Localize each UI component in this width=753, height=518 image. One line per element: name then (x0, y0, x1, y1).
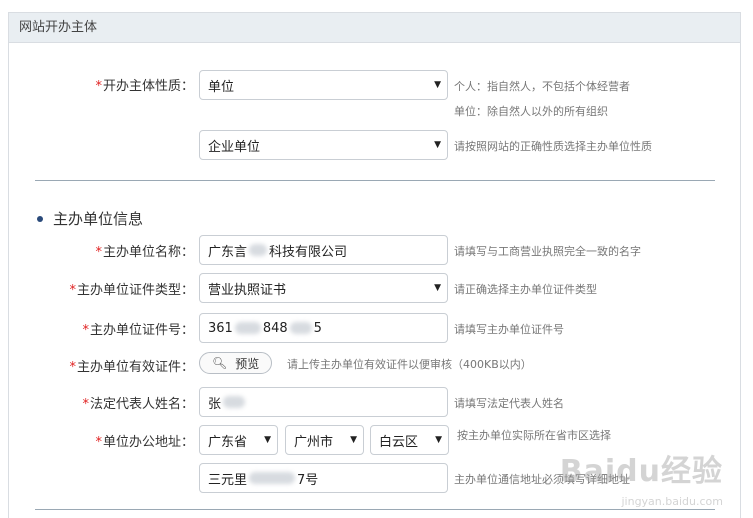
nature-label: *开办主体性质： (95, 79, 194, 94)
dropdown-triangle-icon: ▼ (434, 283, 441, 293)
cert-no-value-prefix: 361 (208, 320, 233, 336)
street-value-prefix: 三元里 (208, 472, 248, 488)
required-marker: * (69, 360, 76, 375)
required-marker: * (82, 323, 89, 338)
legal-rep-label: *法定代表人姓名： (82, 397, 194, 412)
unit-name-value-prefix: 广东言 (208, 244, 248, 260)
address-region-hint: 按主办单位实际所在省市区选择 (457, 429, 611, 442)
redacted-blur (249, 472, 296, 484)
baidu-watermark: Baidu经验 (559, 454, 723, 489)
required-marker: * (95, 245, 102, 260)
city-select[interactable]: 广州市 ▼ (285, 425, 364, 455)
province-value: 广东省 (208, 434, 248, 450)
city-value: 广州市 (294, 434, 334, 450)
website-host-panel: 网站开办主体 *开办主体性质： 单位 ▼ 个人：指自然人，不包括个体经营者 单位… (8, 12, 741, 518)
unit-name-label: *主办单位名称： (95, 245, 194, 260)
dropdown-triangle-icon: ▼ (435, 435, 442, 445)
legal-rep-input[interactable]: 张 (199, 387, 448, 417)
redacted-blur (249, 244, 268, 256)
required-marker: * (95, 435, 102, 450)
province-select[interactable]: 广东省 ▼ (199, 425, 278, 455)
cert-type-value: 营业执照证书 (208, 282, 287, 298)
dropdown-triangle-icon: ▼ (350, 435, 357, 445)
nature-select-value: 单位 (208, 79, 235, 95)
section-heading: 主办单位信息 (37, 208, 143, 229)
section-divider (35, 180, 715, 181)
required-marker: * (69, 283, 76, 298)
nature-select[interactable]: 单位 ▼ (199, 70, 448, 100)
cert-no-value-suffix: 5 (313, 320, 322, 336)
cert-type-select[interactable]: 营业执照证书 ▼ (199, 273, 448, 303)
bullet-icon (37, 215, 43, 222)
nature-sub-select[interactable]: 企业单位 ▼ (199, 130, 448, 160)
district-select[interactable]: 白云区 ▼ (370, 425, 449, 455)
cert-no-label: *主办单位证件号： (82, 323, 194, 338)
district-value: 白云区 (379, 434, 419, 450)
address-label: *单位办公地址： (95, 435, 194, 450)
street-address-input[interactable]: 三元里 7号 (199, 463, 448, 493)
magnifier-icon: 🔍︎ (212, 356, 228, 370)
required-marker: * (82, 397, 89, 412)
cert-upload-hint: 请上传主办单位有效证件以便审核（400KB以内） (287, 358, 532, 371)
nature-sub-select-value: 企业单位 (208, 139, 261, 155)
nature-hint-1: 个人：指自然人，不包括个体经营者 (454, 80, 630, 93)
dropdown-triangle-icon: ▼ (434, 80, 441, 90)
bottom-divider (35, 509, 715, 510)
panel-title: 网站开办主体 (9, 13, 740, 43)
dropdown-triangle-icon: ▼ (434, 140, 441, 150)
street-value-suffix: 7号 (297, 472, 319, 488)
unit-name-value-suffix: 科技有限公司 (269, 244, 348, 260)
redacted-blur (289, 322, 312, 334)
preview-button-label: 预览 (235, 356, 260, 371)
baidu-watermark-url: jingyan.baidu.com (621, 495, 723, 508)
dropdown-triangle-icon: ▼ (264, 435, 271, 445)
cert-no-input[interactable]: 361 848 5 (199, 313, 448, 343)
redacted-blur (234, 322, 261, 334)
redacted-blur (223, 396, 246, 408)
section-title-text: 主办单位信息 (53, 210, 144, 228)
legal-rep-hint: 请填写法定代表人姓名 (454, 397, 564, 410)
unit-name-input[interactable]: 广东言 科技有限公司 (199, 235, 448, 265)
cert-type-hint: 请正确选择主办单位证件类型 (454, 283, 597, 296)
unit-name-hint: 请填写与工商营业执照完全一致的名字 (454, 245, 641, 258)
nature-hint-2: 单位：除自然人以外的所有组织 (454, 105, 608, 118)
cert-upload-label: *主办单位有效证件： (69, 360, 194, 375)
cert-no-value-mid: 848 (262, 320, 288, 336)
nature-sub-hint: 请按照网站的正确性质选择主办单位性质 (454, 140, 652, 153)
preview-button[interactable]: 🔍︎ 预览 (199, 352, 273, 374)
required-marker: * (95, 79, 102, 94)
legal-rep-value-prefix: 张 (208, 396, 222, 412)
cert-type-label: *主办单位证件类型： (69, 283, 194, 298)
cert-no-hint: 请填写主办单位证件号 (454, 323, 564, 336)
